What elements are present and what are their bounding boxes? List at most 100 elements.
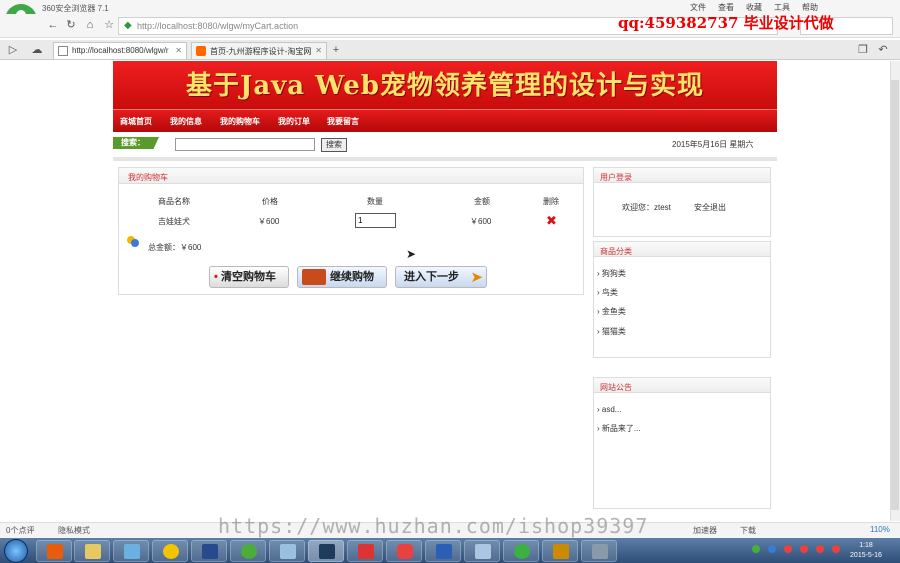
site-search-button[interactable]: 搜索 (321, 138, 347, 152)
site-nav (113, 109, 777, 132)
tools-icon (592, 544, 608, 559)
taskbar-app[interactable] (36, 540, 72, 562)
taskbar-app[interactable] (581, 540, 617, 562)
col-product-name: 商品名称 (158, 197, 190, 206)
nav-my-info[interactable]: 我的信息 (170, 116, 202, 127)
chrome-like-icon (163, 544, 179, 559)
chat-app-icon (397, 544, 413, 559)
taskbar-app[interactable] (386, 540, 422, 562)
site-title: 基于Java Web宠物领养管理的设计与实现 (186, 71, 704, 101)
tab-taobao[interactable]: 首页-九州游程序设计-淘宝网 ✕ (191, 42, 327, 59)
page-icon (58, 46, 68, 56)
window-icon (280, 544, 296, 559)
taskbar-app[interactable] (347, 540, 383, 562)
quantity-input[interactable] (355, 213, 396, 228)
refresh-icon[interactable]: ↻ (64, 18, 78, 32)
taobao-icon (196, 46, 206, 56)
col-delete: 删除 (543, 197, 559, 206)
col-quantity: 数量 (367, 197, 383, 206)
start-button[interactable] (4, 539, 28, 563)
search-label: 搜索： (113, 137, 159, 149)
site-search-input[interactable] (175, 138, 315, 151)
new-tab-icon[interactable]: + (329, 43, 343, 57)
notice-item[interactable]: › 新品来了... (597, 423, 641, 434)
col-price: 价格 (262, 197, 278, 206)
clock-time: 1:18 (859, 542, 873, 549)
current-date: 2015年5月16日 星期六 (672, 140, 754, 149)
back-icon[interactable]: ← (46, 18, 60, 32)
category-item[interactable]: › 鸟类 (597, 287, 618, 298)
status-accelerator[interactable]: 加速器 (693, 525, 717, 536)
nav-message[interactable]: 我要留言 (327, 116, 359, 127)
cart-item-name[interactable]: 吉娃娃犬 (158, 216, 190, 227)
nav-my-cart[interactable]: 我的购物车 (220, 116, 260, 127)
folder-icon (85, 544, 101, 559)
taskbar-app[interactable] (425, 540, 461, 562)
screen-icon (319, 544, 335, 559)
url-text: http://localhost:8080/wlgw/myCart.action (137, 21, 299, 31)
tab-label: http://localhost:8080/wlgw/r (72, 46, 169, 55)
status-privacy[interactable]: 隐私模式 (58, 525, 90, 536)
restore-tabs-icon[interactable]: ❐ (856, 43, 870, 57)
tray-icon[interactable] (816, 545, 824, 553)
watermark-url: https://www.huzhan.com/ishop39397 (218, 514, 649, 538)
taskbar-app[interactable] (269, 540, 305, 562)
category-item[interactable]: › 狗狗类 (597, 268, 626, 279)
category-item[interactable]: › 猫猫类 (597, 326, 626, 337)
category-item[interactable]: › 金鱼类 (597, 306, 626, 317)
clear-cart-button[interactable]: • 清空购物车 (209, 266, 289, 288)
next-step-button[interactable]: 进入下一步 ➤ (395, 266, 487, 288)
taskbar-app[interactable] (113, 540, 149, 562)
nav-my-orders[interactable]: 我的订单 (278, 116, 310, 127)
notice-item[interactable]: › asd... (597, 405, 621, 414)
taskbar-app[interactable] (230, 540, 266, 562)
taskbar-app-active[interactable] (308, 540, 344, 562)
mouse-cursor-icon: ➤ (406, 247, 417, 261)
nav-home[interactable]: 商城首页 (120, 116, 152, 127)
logout-link[interactable]: 安全退出 (694, 202, 726, 213)
ie-icon (514, 544, 530, 559)
secure-shield-icon: ◆ (124, 20, 132, 31)
s-app-icon (202, 544, 218, 559)
delete-icon[interactable]: ✖ (546, 213, 557, 229)
welcome-text: 欢迎您：ztest (622, 203, 671, 212)
notice-box (593, 377, 771, 509)
close-icon[interactable]: ✕ (315, 46, 322, 55)
notice-title: 网站公告 (600, 383, 632, 392)
tray-icon[interactable] (800, 545, 808, 553)
tray-icon[interactable] (768, 545, 776, 553)
browser-name: 360安全浏览器 7.1 (42, 4, 109, 13)
taskbar-app[interactable] (74, 540, 110, 562)
home-icon[interactable]: ⌂ (83, 18, 97, 32)
tab-cart[interactable]: http://localhost:8080/wlgw/r ✕ (53, 42, 187, 59)
tray-icon[interactable] (832, 545, 840, 553)
taskbar-app[interactable] (503, 540, 539, 562)
status-reviews[interactable]: 0个点评 (6, 525, 34, 536)
status-zoom[interactable]: 110% (870, 525, 890, 534)
window-icon (475, 544, 491, 559)
tab-label: 首页-九州游程序设计-淘宝网 (210, 47, 312, 56)
network-icon (124, 544, 140, 559)
sidebar-toggle-icon[interactable]: ▷ (6, 43, 20, 57)
clear-cart-label: 清空购物车 (221, 271, 276, 283)
close-icon[interactable]: ✕ (175, 46, 182, 55)
coins-icon (127, 236, 139, 247)
favorite-star-icon[interactable]: ☆ (102, 18, 116, 32)
continue-shopping-button[interactable]: 继续购物 (297, 266, 387, 288)
undo-icon[interactable]: ↶ (876, 43, 890, 57)
continue-shopping-label: 继续购物 (330, 271, 374, 283)
bullet-icon: • (214, 271, 218, 283)
tray-icon[interactable] (752, 545, 760, 553)
status-download[interactable]: 下载 (740, 525, 756, 536)
scrollbar-thumb[interactable] (891, 80, 899, 510)
taskbar-app[interactable] (464, 540, 500, 562)
cloud-icon[interactable]: ☁ (30, 43, 44, 57)
word-icon (436, 544, 452, 559)
taskbar-app[interactable] (191, 540, 227, 562)
search-app-icon (47, 544, 63, 559)
taskbar-app[interactable] (542, 540, 578, 562)
taskbar-app[interactable] (152, 540, 188, 562)
tray-icon[interactable] (784, 545, 792, 553)
taskbar-clock[interactable]: 1:18 2015-5-16 (846, 541, 886, 561)
browser-360-icon (241, 544, 257, 559)
